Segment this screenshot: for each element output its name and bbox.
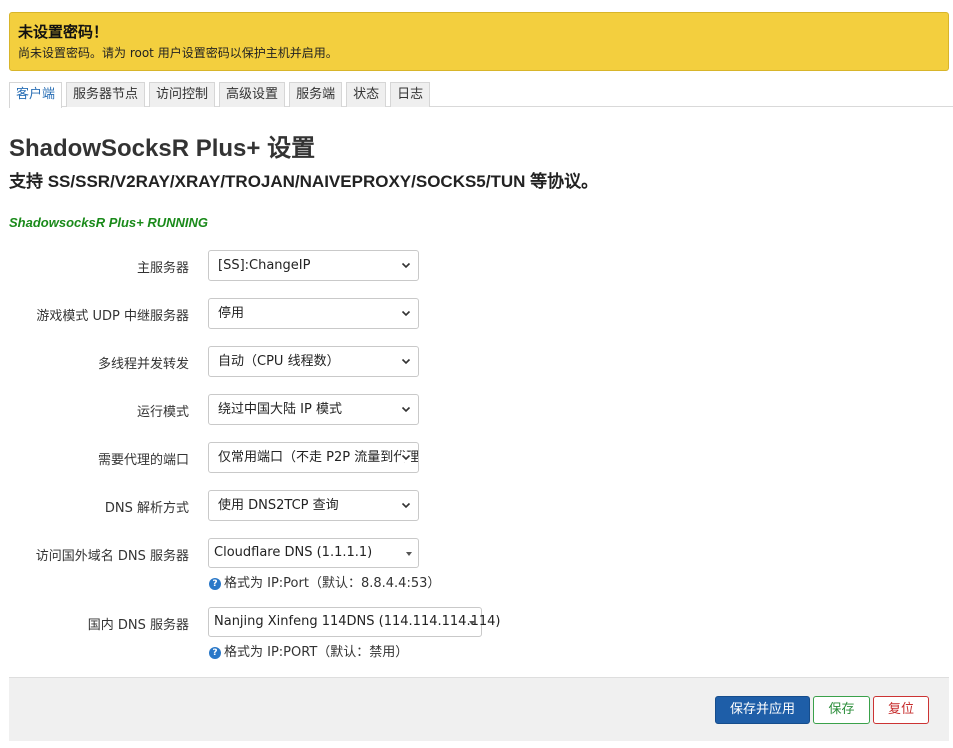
foreign-dns-combobox[interactable]: Cloudflare DNS (1.1.1.1): [208, 538, 419, 568]
domestic-dns-row: 国内 DNS 服务器 Nanjing Xinfeng 114DNS (114.1…: [0, 607, 953, 639]
domestic-dns-value: Nanjing Xinfeng 114DNS (114.114.114.114): [214, 614, 501, 629]
threads-value: 自动（CPU 线程数）: [218, 354, 340, 369]
running-status: ShadowsocksR Plus+ RUNNING: [9, 215, 209, 230]
dropdown-arrow-icon: [469, 621, 475, 625]
help-icon: ?: [209, 647, 221, 659]
dropdown-arrow-icon: [406, 552, 412, 556]
proxy-ports-value: 仅常用端口（不走 P2P 流量到代理）: [218, 450, 419, 465]
tab-status[interactable]: 状态: [346, 82, 387, 107]
threads-label: 多线程并发转发: [97, 357, 189, 372]
form-footer: 保存并应用 保存 复位: [9, 677, 949, 741]
udp-relay-value: 停用: [218, 306, 245, 321]
domestic-dns-combobox[interactable]: Nanjing Xinfeng 114DNS (114.114.114.114): [208, 607, 500, 637]
chevron-down-icon: [401, 452, 411, 462]
proxy-ports-label: 需要代理的端口: [97, 453, 189, 468]
foreign-dns-row: 访问国外域名 DNS 服务器 Cloudflare DNS (1.1.1.1): [0, 538, 953, 570]
main-server-select[interactable]: [SS]:ChangeIP: [208, 250, 419, 281]
page-title: ShadowSocksR Plus+ 设置: [9, 135, 316, 162]
tab-advanced-settings[interactable]: 高级设置: [219, 82, 286, 107]
alert-text: 尚未设置密码。请为 root 用户设置密码以保护主机并启用。: [18, 46, 338, 60]
save-and-apply-button[interactable]: 保存并应用: [715, 696, 810, 724]
run-mode-row: 运行模式 绕过中国大陆 IP 模式: [0, 394, 953, 426]
foreign-dns-value: Cloudflare DNS (1.1.1.1): [214, 545, 373, 560]
foreign-dns-hint: ? 格式为 IP:Port（默认：8.8.4.4:53）: [209, 572, 440, 591]
reset-button[interactable]: 复位: [873, 696, 929, 724]
chevron-down-icon: [401, 310, 411, 317]
udp-relay-row: 游戏模式 UDP 中继服务器 停用: [0, 298, 953, 330]
tab-bar: 客户端 服务器节点 访问控制 高级设置 服务端 状态 日志: [9, 82, 953, 108]
password-warning-alert: 未设置密码！ 尚未设置密码。请为 root 用户设置密码以保护主机并启用。: [9, 12, 949, 71]
tab-server-nodes[interactable]: 服务器节点: [66, 82, 146, 107]
chevron-down-icon: [401, 502, 411, 509]
chevron-down-icon: [401, 358, 411, 365]
tab-server[interactable]: 服务端: [289, 82, 343, 107]
dns-mode-label: DNS 解析方式: [104, 501, 189, 516]
tab-client[interactable]: 客户端: [9, 82, 63, 108]
udp-relay-select[interactable]: 停用: [208, 298, 419, 329]
help-icon: ?: [209, 578, 221, 590]
foreign-dns-hint-text: 格式为 IP:Port（默认：8.8.4.4:53）: [224, 576, 441, 591]
udp-relay-label: 游戏模式 UDP 中继服务器: [36, 309, 189, 324]
proxy-ports-row: 需要代理的端口 仅常用端口（不走 P2P 流量到代理）: [0, 442, 953, 474]
save-button[interactable]: 保存: [813, 696, 870, 724]
threads-row: 多线程并发转发 自动（CPU 线程数）: [0, 346, 953, 378]
run-mode-value: 绕过中国大陆 IP 模式: [218, 402, 342, 417]
alert-title: 未设置密码！: [18, 23, 109, 41]
foreign-dns-label: 访问国外域名 DNS 服务器: [35, 549, 189, 564]
domestic-dns-label: 国内 DNS 服务器: [87, 618, 189, 633]
page-description: 支持 SS/SSR/V2RAY/XRAY/TROJAN/NAIVEPROXY/S…: [9, 172, 599, 191]
run-mode-select[interactable]: 绕过中国大陆 IP 模式: [208, 394, 419, 425]
proxy-ports-select[interactable]: 仅常用端口（不走 P2P 流量到代理）: [208, 442, 419, 473]
main-server-label: 主服务器: [136, 261, 189, 276]
tab-access-control[interactable]: 访问控制: [149, 82, 216, 107]
tab-log[interactable]: 日志: [390, 82, 431, 107]
dns-mode-select[interactable]: 使用 DNS2TCP 查询: [208, 490, 419, 521]
dns-mode-value: 使用 DNS2TCP 查询: [218, 498, 339, 513]
chevron-down-icon: [401, 262, 411, 269]
threads-select[interactable]: 自动（CPU 线程数）: [208, 346, 419, 377]
run-mode-label: 运行模式: [136, 405, 189, 420]
dns-mode-row: DNS 解析方式 使用 DNS2TCP 查询: [0, 490, 953, 522]
domestic-dns-hint-text: 格式为 IP:PORT（默认：禁用）: [224, 645, 409, 660]
main-server-row: 主服务器 [SS]:ChangeIP: [0, 250, 953, 282]
chevron-down-icon: [401, 406, 411, 413]
main-server-value: [SS]:ChangeIP: [218, 258, 311, 273]
domestic-dns-hint: ? 格式为 IP:PORT（默认：禁用）: [209, 641, 408, 660]
